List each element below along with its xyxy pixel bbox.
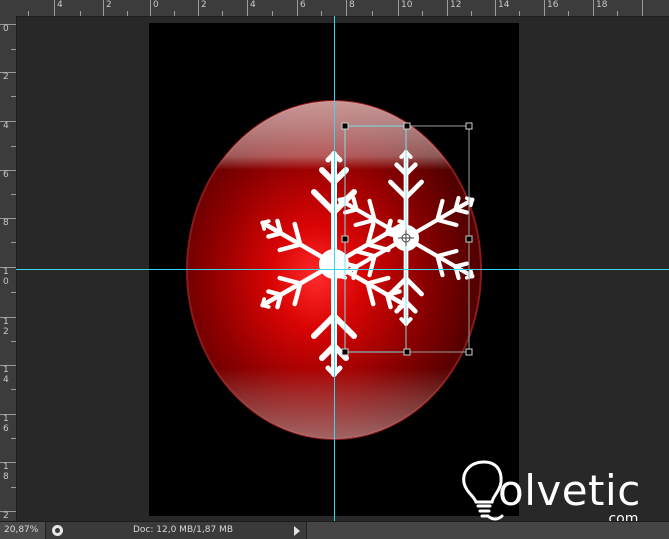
ruler-label: 1 [3,267,9,277]
vertical-ruler[interactable]: 0 2 4 6 8 1 0 1 2 1 4 1 6 1 8 2 [0,16,17,521]
ruler-label: 12 [450,0,462,10]
ruler-tick [568,11,569,16]
ruler-label: 2 [201,0,207,10]
ruler-tick [11,194,16,195]
ruler-tick [54,0,55,16]
ruler-tick [11,389,16,390]
ruler-tick [447,0,448,16]
ruler-label: 0 [3,24,9,34]
ruler-tick [593,0,594,16]
ruler-label: 8 [3,218,9,228]
ruler-label: 18 [596,0,608,10]
ruler-tick [297,0,298,16]
ruler-tick [495,0,496,16]
ruler-tick [321,11,322,16]
ruler-tick [11,96,16,97]
ruler-tick [11,292,16,293]
ruler-tick [198,0,199,16]
ruler-tick [272,11,273,16]
ruler-label: 2 [3,327,9,337]
ruler-label: 4 [250,0,256,10]
ruler-label: 4 [57,0,63,10]
circle-icon[interactable] [52,525,63,536]
ruler-tick [247,0,248,16]
ruler-label: 2 [3,511,9,521]
ruler-label: 10 [401,0,413,10]
ruler-label: 6 [3,424,9,434]
ruler-tick [11,487,16,488]
horizontal-guide[interactable] [16,269,669,270]
ruler-tick [150,0,151,16]
ruler-tick [519,11,520,16]
ruler-tick [346,0,347,16]
ruler-tick [11,49,16,50]
triangle-right-icon[interactable] [294,526,300,536]
ruler-label: 1 [3,317,9,327]
solvetic-watermark: olvetic .com [458,456,654,530]
ruler-label: 1 [3,462,9,472]
watermark-brand: olvetic [498,466,641,515]
ruler-label: 8 [3,472,9,482]
ruler-tick [471,11,472,16]
ruler-tick [11,341,16,342]
ruler-label: 2 [106,0,112,10]
ruler-label: 2 [3,72,9,82]
ruler-label: 8 [349,0,355,10]
ruler-label: 1 [3,365,9,375]
ruler-tick [422,11,423,16]
ruler-tick [11,242,16,243]
ruler-tick [103,0,104,16]
ruler-tick [11,146,16,147]
horizontal-ruler[interactable]: 4 2 0 2 4 6 8 10 12 14 16 18 [0,0,669,17]
ruler-label: 0 [153,0,159,10]
ruler-tick [80,11,81,16]
ruler-label: 16 [547,0,559,10]
ruler-label: 6 [3,170,9,180]
ruler-tick [127,11,128,16]
ruler-label: 0 [3,277,9,287]
document-size-info: Doc: 12,0 MB/1,87 MB [133,525,233,535]
status-bar: 20,87% Doc: 12,0 MB/1,87 MB [0,521,669,539]
ruler-tick [544,0,545,16]
ruler-label: 4 [3,375,9,385]
ruler-tick [372,11,373,16]
ruler-label: 14 [498,0,510,10]
ruler-tick [642,0,643,16]
ruler-tick [617,11,618,16]
ruler-tick [398,0,399,16]
horizontal-scrollbar[interactable] [307,522,669,539]
zoom-level-field[interactable]: 20,87% [0,522,46,539]
ruler-tick [28,11,29,16]
ruler-label: 1 [3,414,9,424]
ruler-label: 6 [300,0,306,10]
ruler-tick [222,11,223,16]
ruler-tick [11,438,16,439]
ruler-tick [174,11,175,16]
ruler-label: 4 [3,121,9,131]
